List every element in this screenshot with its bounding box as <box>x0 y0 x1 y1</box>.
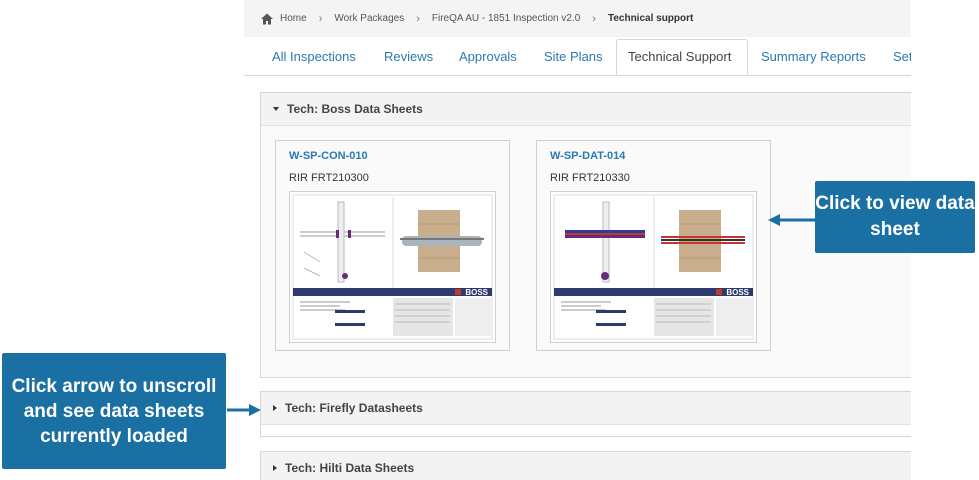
tab-reviews[interactable]: Reviews <box>384 38 433 75</box>
callout-arrow-left-icon <box>768 214 816 226</box>
section-firefly-datasheets: Tech: Firefly Datasheets <box>260 391 911 437</box>
caret-down-icon[interactable] <box>273 107 279 111</box>
breadcrumb-work-packages[interactable]: Work Packages <box>334 13 404 24</box>
tab-all-inspections[interactable]: All Inspections <box>272 38 356 75</box>
callout-text: Click arrow to unscroll and see data she… <box>11 375 217 447</box>
section-hilti-data-sheets: Tech: Hilti Data Sheets <box>260 451 911 480</box>
boss-logo: BOSS <box>465 288 488 297</box>
section-header-boss[interactable]: Tech: Boss Data Sheets <box>261 93 911 126</box>
caret-right-icon[interactable] <box>273 465 277 471</box>
chevron-right-icon: › <box>416 12 420 25</box>
tab-approvals[interactable]: Approvals <box>459 38 517 75</box>
callout-view-data-sheet: Click to view data sheet <box>815 181 975 253</box>
tab-technical-support[interactable]: Technical Support <box>616 39 748 75</box>
data-sheet-code[interactable]: W-SP-CON-010 <box>289 150 368 162</box>
boss-logo: BOSS <box>726 288 749 297</box>
data-sheet-reference: RIR FRT210300 <box>289 172 369 184</box>
data-sheet-thumbnail[interactable]: BOSS <box>289 191 496 343</box>
data-sheet-code[interactable]: W-SP-DAT-014 <box>550 150 625 162</box>
section-body: W-SP-CON-010 RIR FRT210300 BOSS W-SP-DAT… <box>261 126 911 377</box>
breadcrumb: Home › Work Packages › FireQA AU - 1851 … <box>244 0 911 37</box>
home-icon[interactable] <box>260 12 274 26</box>
tab-summary-reports[interactable]: Summary Reports <box>761 38 866 75</box>
data-sheet-preview-image: BOSS <box>553 194 754 340</box>
data-sheet-preview-image: BOSS <box>292 194 493 340</box>
chevron-right-icon: › <box>592 12 596 25</box>
data-sheet-reference: RIR FRT210330 <box>550 172 630 184</box>
section-title: Tech: Hilti Data Sheets <box>285 461 415 475</box>
tab-site-plans[interactable]: Site Plans <box>544 38 603 75</box>
section-boss-data-sheets: Tech: Boss Data Sheets W-SP-CON-010 RIR … <box>260 92 911 378</box>
app-frame: Home › Work Packages › FireQA AU - 1851 … <box>244 0 911 480</box>
chevron-right-icon: › <box>318 12 323 25</box>
section-header-hilti[interactable]: Tech: Hilti Data Sheets <box>261 452 911 480</box>
section-title: Tech: Boss Data Sheets <box>287 102 423 116</box>
data-sheet-thumbnail[interactable]: BOSS <box>550 191 757 343</box>
caret-right-icon[interactable] <box>273 405 277 411</box>
tab-bar: All Inspections Reviews Approvals Site P… <box>244 38 911 76</box>
callout-unscroll: Click arrow to unscroll and see data she… <box>2 353 226 469</box>
breadcrumb-current: Technical support <box>607 13 694 24</box>
breadcrumb-home[interactable]: Home <box>280 13 307 24</box>
section-header-firefly[interactable]: Tech: Firefly Datasheets <box>261 392 911 425</box>
tab-settings[interactable]: Settings <box>893 38 911 75</box>
callout-text: Click to view data sheet <box>815 193 975 240</box>
callout-arrow-right-icon <box>227 404 261 416</box>
data-sheet-card[interactable]: W-SP-DAT-014 RIR FRT210330 BOSS <box>536 140 771 351</box>
section-title: Tech: Firefly Datasheets <box>285 401 423 415</box>
breadcrumb-inspection[interactable]: FireQA AU - 1851 Inspection v2.0 <box>432 13 580 24</box>
data-sheet-card[interactable]: W-SP-CON-010 RIR FRT210300 BOSS <box>275 140 510 351</box>
